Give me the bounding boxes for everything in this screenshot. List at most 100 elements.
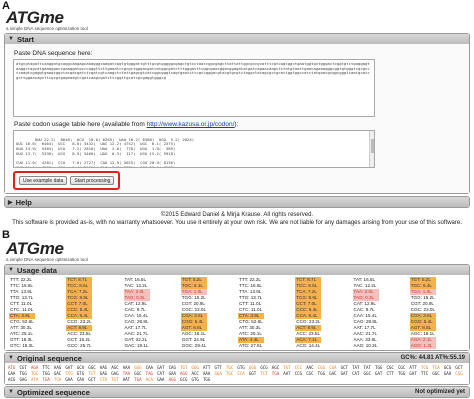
optimized-sequence-section: ▼ Optimized sequence Not optimized yet [4, 386, 470, 399]
codon: CAA [145, 365, 154, 370]
codon: AAA [122, 365, 131, 370]
codon: TTC [42, 365, 50, 370]
codon: AAT [283, 370, 291, 376]
start-section-header[interactable]: ▼ Start [5, 34, 469, 44]
codon: CGG [455, 370, 463, 376]
app-tagline: a simple DNA sequence optimization tool [6, 26, 88, 31]
original-sequence-codons: ATG CGT AGA TTC AAG GAT GCA GGC AAG AGC … [5, 363, 469, 385]
app-tagline: a simple DNA sequence optimization tool [6, 257, 88, 262]
codon: TAT [352, 365, 360, 370]
codon: CTT [386, 370, 394, 376]
codon: TTC [420, 370, 429, 376]
codon: GAT [340, 370, 348, 376]
help-section-header[interactable]: ▶ Help [5, 197, 469, 207]
codon: TAT [363, 365, 371, 370]
codon: GCA [76, 365, 85, 370]
usage-column: TAT: 16.5L TAC: 12.2L TAA: 2.0L TAG: 0.3L CA… [123, 277, 181, 349]
codon-textarea-scrollbar[interactable] [369, 131, 374, 167]
optimized-sequence-title: Optimized sequence [16, 387, 90, 397]
codon: GTG [191, 376, 199, 382]
usage-column: TTT: 22.2L TTC: 16.6L TTA: 13.9L TTG: 13.7L… [238, 277, 295, 349]
codon: CAT [352, 370, 360, 376]
codon: GAG [19, 376, 27, 382]
usage-data-header[interactable]: ▼ Usage data [5, 265, 469, 275]
codon: TCG [65, 370, 73, 376]
codon-input-label: Paste codon usage table here (available … [14, 121, 461, 128]
help-section: ▶ Help [4, 196, 470, 208]
collapse-arrow-icon: ▼ [8, 389, 14, 396]
codon: CGT [19, 365, 27, 370]
codon: ACA [145, 376, 154, 382]
codon: AAC [306, 365, 314, 370]
codon: AGG [180, 370, 188, 376]
expand-arrow-icon: ▶ [8, 199, 13, 206]
codon: ACG [8, 376, 16, 382]
codon: TCA [432, 365, 440, 370]
usage-data-title: Usage data [16, 265, 57, 275]
collapse-arrow-icon: ▼ [8, 36, 14, 42]
codon: GAA [168, 370, 176, 376]
codon: GGC [134, 370, 142, 376]
codon: GCG [443, 365, 452, 370]
codon: AAG [99, 365, 108, 370]
codon: GAA [443, 370, 452, 376]
optimization-status: Not optimized yet [414, 389, 465, 396]
codon: GAT [409, 370, 417, 376]
codon: GCT [88, 376, 96, 382]
codon: TGG [317, 370, 326, 376]
optimized-sequence-header[interactable]: ▼ Optimized sequence Not optimized yet [5, 387, 469, 398]
codon: CAT [157, 370, 165, 376]
codon: GCG [180, 376, 188, 382]
codon: TGC [225, 365, 234, 370]
copyright-text: ©2015 Edward Daniel & Mirja Krause. All … [160, 212, 314, 218]
usage-data-grid: TTT: 22.2L TTC: 16.6L TTA: 13.9L TTG: 13.7L… [5, 275, 469, 350]
codon: GAA [65, 376, 73, 382]
codon-usage-cell: AAG: 10.3L [353, 343, 378, 348]
codon: GAC [329, 370, 337, 376]
codon: AGA [30, 365, 39, 370]
codon-usage-cell: ATG: 27.8L [239, 343, 263, 348]
kazusa-link[interactable]: http://www.kazusa.or.jp/codon/ [147, 121, 235, 128]
codon: CTA [99, 376, 108, 382]
codon: TGG [19, 370, 27, 376]
codon-usage-cell: GGC: 29.4L [181, 343, 207, 348]
start-processing-button[interactable]: Start processing [70, 176, 115, 185]
codon: GTG [237, 365, 245, 370]
codon: TGC [225, 370, 234, 376]
codon: GCT [340, 365, 348, 370]
codon-usage-textarea[interactable]: UUU 22.2( 8646) UCU 16.0( 6265) UAU 16.2… [13, 130, 375, 168]
codon: CGC [306, 370, 314, 376]
dna-input-label: Paste DNA sequence here: [14, 50, 93, 57]
codon: CAA [76, 376, 85, 382]
codon: ATG [8, 365, 16, 370]
codon: GAT [157, 365, 165, 370]
codon: CGG [317, 365, 326, 370]
start-section-title: Start [16, 34, 35, 44]
codon: ATT [202, 365, 211, 370]
codon: CGC [397, 365, 406, 370]
codon-usage-cell: AGG: 1.2L [409, 343, 436, 349]
use-example-data-button[interactable]: Use example data [19, 176, 68, 185]
codon: TCG [420, 365, 429, 370]
codon: CCG [294, 370, 303, 376]
codon: AAT [122, 376, 131, 382]
codon: TCA [53, 376, 62, 382]
codon: TGG [375, 365, 383, 370]
original-sequence-header[interactable]: ▼ Original sequence GC%: 44.81 AT%:55.19 [5, 353, 469, 363]
codon-usage-cell: GTC: 15.3L [10, 343, 34, 348]
dna-sequence-textarea[interactable]: atgcgtagattcaaggatgcaggcaagagcaaagggcaag… [13, 59, 375, 117]
codon: AGC [111, 365, 119, 370]
atgme-app-start-view: ATGme a simple DNA sequence optimization… [0, 9, 474, 228]
codon: ATT [409, 365, 417, 370]
codon: TGC [30, 370, 39, 376]
codon: TGG [42, 370, 50, 376]
action-buttons-highlight: Use example data Start processing [13, 171, 121, 190]
codon: TGT [283, 365, 291, 370]
start-section: ▼ Start Paste DNA sequence here: atgcgta… [4, 33, 470, 194]
codon: GGG [191, 365, 199, 370]
collapse-arrow-icon: ▼ [8, 267, 14, 273]
codon-usage-cell: GAC: 19.1L [124, 343, 149, 348]
scrollbar-thumb[interactable] [371, 139, 374, 153]
codon: GGG [248, 365, 257, 370]
usage-data-section: ▼ Usage data TTT: 22.2L TTC: 16.6L TTA: 13… [4, 264, 470, 351]
